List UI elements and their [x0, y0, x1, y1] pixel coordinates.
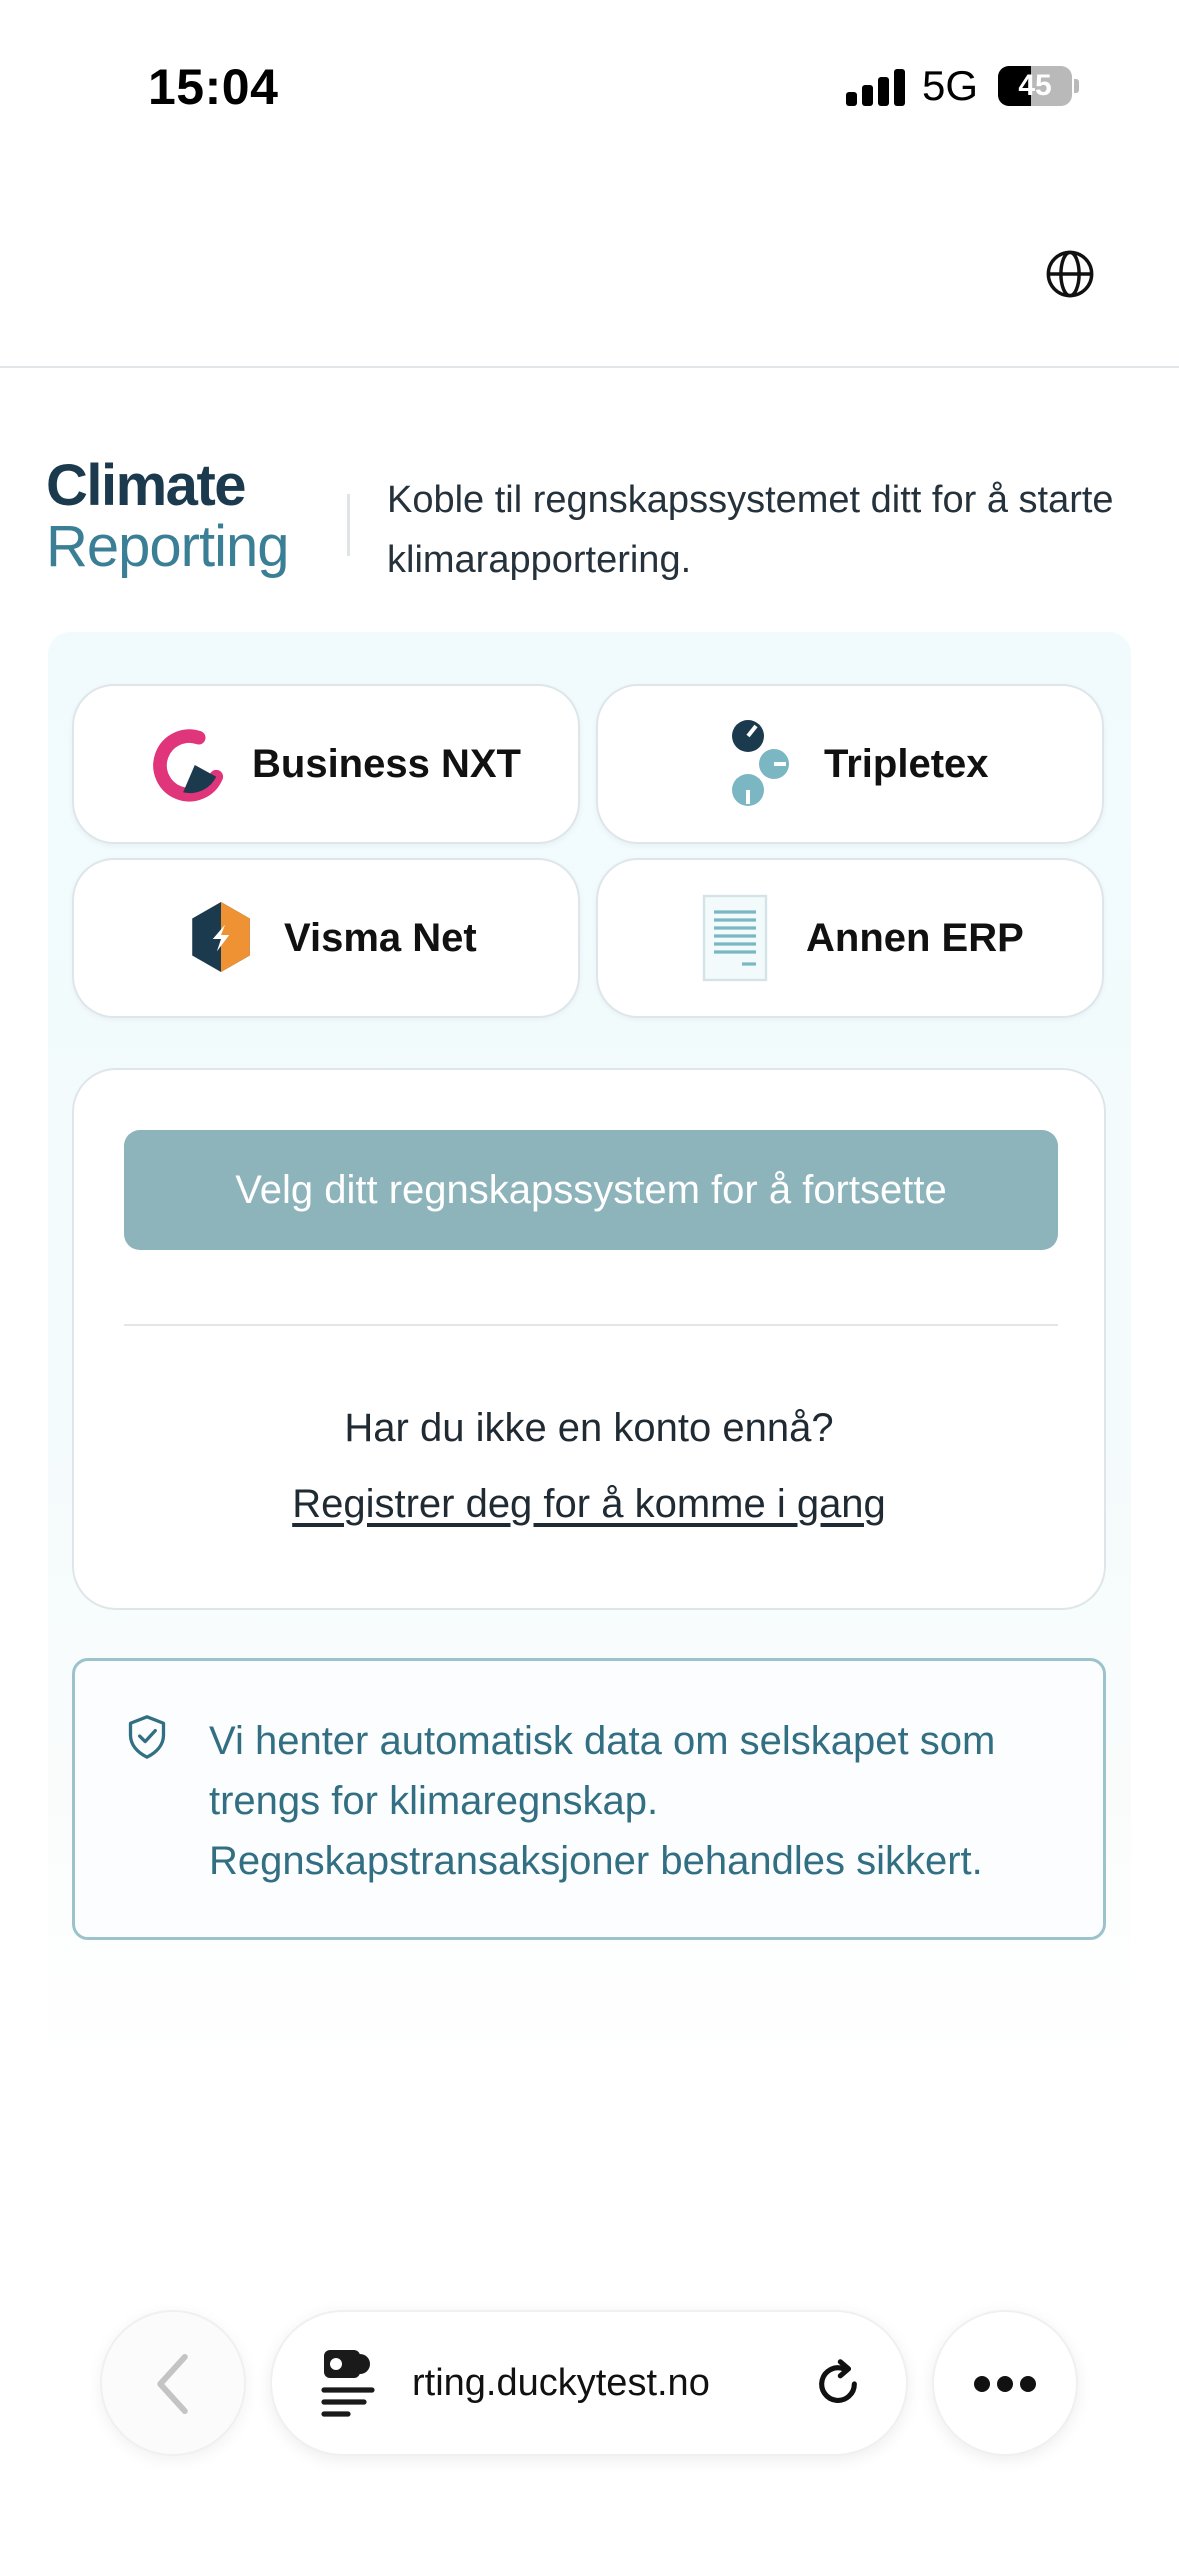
continue-button[interactable]: Velg ditt regnskapssystem for å fortsett…: [124, 1130, 1058, 1250]
url-text[interactable]: rting.duckytest.no: [412, 2312, 772, 2454]
reload-icon[interactable]: [810, 2356, 866, 2412]
erp-name: Business NXT: [252, 742, 521, 786]
erp-option-annen-erp[interactable]: Annen ERP: [596, 858, 1104, 1018]
erp-option-business-nxt[interactable]: Business NXT: [72, 684, 580, 844]
erp-name: Visma Net: [284, 916, 477, 960]
erp-name: Tripletex: [824, 742, 989, 786]
tripletex-logo: [732, 720, 789, 806]
globe-icon[interactable]: [1044, 248, 1096, 300]
battery-level: 45: [1018, 69, 1052, 102]
erp-option-tripletex[interactable]: Tripletex: [596, 684, 1104, 844]
url-bar[interactable]: rting.duckytest.no: [270, 2310, 908, 2456]
login-card: Velg ditt regnskapssystem for å fortsett…: [72, 1068, 1106, 1610]
security-info-text: Vi henter automatisk data om selskapet s…: [209, 1719, 996, 1883]
visma-net-logo: [192, 902, 250, 972]
shield-check-icon: [128, 1715, 166, 1759]
status-bar: 15:04 5G 45: [0, 0, 1179, 170]
security-info-box: Vi henter automatisk data om selskapet s…: [72, 1658, 1106, 1940]
app-header: [0, 170, 1179, 368]
divider: [124, 1324, 1058, 1326]
no-account-text: Har du ikke en konto ennå?: [344, 1406, 834, 1450]
more-icon: [974, 2376, 1036, 2392]
battery-icon: 45: [998, 66, 1079, 106]
chevron-left-icon: [157, 2353, 188, 2415]
status-time: 15:04: [148, 59, 279, 115]
brand-line-2: Reporting: [46, 514, 289, 579]
document-icon: [702, 894, 768, 982]
cellular-signal-icon: [846, 66, 906, 106]
business-nxt-logo: [153, 729, 224, 802]
brand-line-1: Climate: [46, 453, 247, 518]
register-link[interactable]: Registrer deg for å komme i gang: [74, 1482, 1104, 1527]
hero-description: Koble til regnskapssystemet ditt for å s…: [387, 479, 1114, 581]
back-button[interactable]: [100, 2310, 246, 2456]
network-type: 5G: [922, 62, 979, 109]
hero-divider: [347, 494, 350, 556]
more-button[interactable]: [932, 2310, 1078, 2456]
brand-logo: Climate Reporting: [46, 453, 289, 579]
erp-name: Annen ERP: [806, 916, 1024, 960]
erp-option-visma-net[interactable]: Visma Net: [72, 858, 580, 1018]
page-settings-icon[interactable]: [320, 2346, 376, 2420]
